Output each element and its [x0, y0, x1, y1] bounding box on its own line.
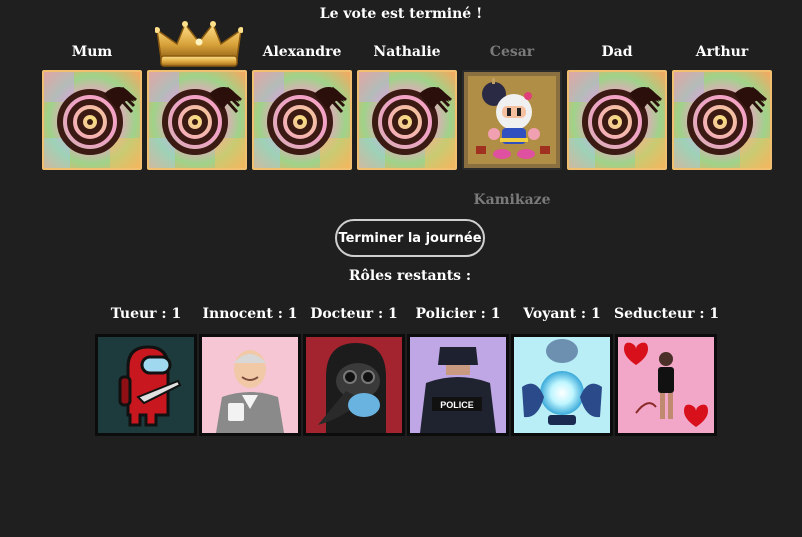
player-name: Arthur [695, 44, 749, 60]
svg-text:POLICE: POLICE [440, 400, 474, 410]
spiral-avatar-icon [149, 72, 245, 168]
role-label: Seducteur : 1 [614, 306, 720, 322]
role-card [95, 334, 197, 436]
spiral-avatar-icon [44, 72, 140, 168]
spiral-avatar-icon [569, 72, 665, 168]
player-list: Mum Antoine Alexandre Nathalie Cesar Kam… [42, 21, 777, 208]
revealed-role-label: Kamikaze [473, 192, 551, 208]
spiral-avatar-icon [359, 72, 455, 168]
player-name-dead: Cesar [489, 44, 535, 60]
role-card [615, 334, 717, 436]
role-label: Innocent : 1 [202, 306, 298, 322]
spiral-avatar-icon [254, 72, 350, 168]
role-innocent: Innocent : 1 [198, 304, 302, 436]
player-alexandre[interactable]: Alexandre [252, 42, 352, 170]
plague-doctor-icon [306, 337, 402, 433]
player-dad[interactable]: Dad [567, 42, 667, 170]
end-day-button[interactable]: Terminer la journée [335, 219, 485, 257]
player-name: Mum [71, 44, 113, 60]
impostor-knife-icon [98, 337, 194, 433]
role-label: Policier : 1 [415, 306, 501, 322]
hearts-seducer-icon [618, 337, 714, 433]
role-label: Tueur : 1 [110, 306, 182, 322]
player-card-mum[interactable] [42, 70, 142, 170]
vote-title: Le vote est terminé ! [319, 6, 483, 22]
remaining-roles-title: Rôles restants : [348, 268, 472, 284]
spiral-avatar-icon [674, 72, 770, 168]
player-mum[interactable]: Mum [42, 42, 142, 170]
player-card-nathalie[interactable] [357, 70, 457, 170]
player-card-alexandre[interactable] [252, 70, 352, 170]
role-card: POLICE [407, 334, 509, 436]
role-card [199, 334, 301, 436]
remaining-roles-list: Tueur : 1 Innocent : 1 Docteur: 1 Polic… [94, 304, 734, 439]
bomberman-avatar-icon [464, 72, 560, 168]
role-card [511, 334, 613, 436]
player-name: Nathalie [373, 44, 441, 60]
player-arthur[interactable]: Arthur [672, 42, 772, 170]
player-card-dad[interactable] [567, 70, 667, 170]
role-docteur: Docteur : 1 [302, 304, 406, 436]
crystal-ball-icon [514, 337, 610, 433]
role-seducteur: Seducteur : 1 [614, 304, 720, 436]
player-name: Antoine [166, 44, 228, 60]
role-label: Voyant : 1 [523, 306, 601, 322]
role-voyant: Voyant : 1 [510, 304, 614, 436]
player-card-arthur[interactable] [672, 70, 772, 170]
role-policier: Policier : 1 POLICE [406, 304, 510, 436]
player-card-antoine[interactable] [147, 70, 247, 170]
role-tueur: Tueur : 1 [94, 304, 198, 436]
role-card [303, 334, 405, 436]
player-name: Dad [601, 44, 633, 60]
smiling-man-mug-icon [202, 337, 298, 433]
role-label: Docteur : 1 [310, 306, 398, 322]
player-nathalie[interactable]: Nathalie [357, 42, 457, 170]
player-antoine[interactable]: Antoine [147, 21, 247, 170]
player-cesar[interactable]: Cesar Kamikaze [462, 42, 562, 208]
player-name: Alexandre [262, 44, 342, 60]
player-card-cesar[interactable] [462, 70, 562, 170]
police-officer-icon: POLICE [410, 337, 506, 433]
